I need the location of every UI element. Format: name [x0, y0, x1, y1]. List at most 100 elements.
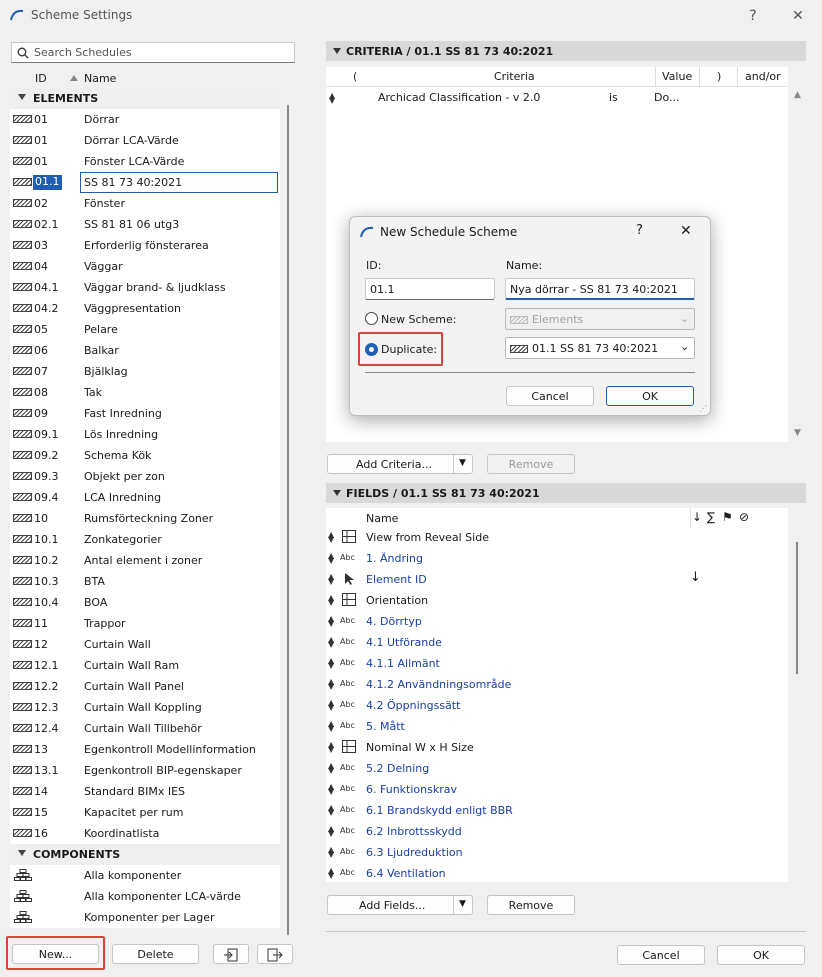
id-column-header[interactable]: ID: [35, 72, 47, 85]
field-row[interactable]: ▲ ▼ Abc 4.1 Utförande: [326, 632, 788, 653]
drag-handle-icon[interactable]: ▲ ▼: [328, 825, 334, 838]
list-item[interactable]: 08 Tak: [10, 382, 280, 403]
search-input[interactable]: Search Schedules: [11, 42, 295, 63]
list-item[interactable]: 05 Pelare: [10, 319, 280, 340]
new-scheme-dropdown[interactable]: Elements ⌄: [505, 308, 695, 330]
list-item[interactable]: 01.1 SS 81 73 40:2021: [10, 172, 280, 193]
list-item[interactable]: 01 Dörrar: [10, 109, 280, 130]
drag-handle-icon[interactable]: ▲ ▼: [328, 573, 334, 586]
list-item[interactable]: 04 Väggar: [10, 256, 280, 277]
drag-handle-icon[interactable]: ▲ ▼: [328, 699, 334, 712]
id-field[interactable]: 01.1: [365, 278, 495, 300]
ok-button[interactable]: OK: [717, 945, 805, 965]
field-row[interactable]: ▲ ▼ Abc 5.2 Delning: [326, 758, 788, 779]
new-button[interactable]: New...: [12, 944, 99, 964]
list-item[interactable]: Alla komponenter LCA-värde: [10, 886, 280, 907]
drag-handle-icon[interactable]: ▲ ▼: [328, 615, 334, 628]
dialog-cancel-button[interactable]: Cancel: [506, 386, 594, 406]
list-item[interactable]: 13.1 Egenkontroll BIP-egenskaper: [10, 760, 280, 781]
scroll-down-icon[interactable]: ▼: [794, 428, 801, 438]
drag-handle-icon[interactable]: ▲ ▼: [328, 867, 334, 880]
help-button[interactable]: ?: [742, 6, 764, 26]
import-button[interactable]: [213, 944, 249, 964]
fields-scrollbar[interactable]: [796, 542, 798, 674]
list-item[interactable]: 01 Dörrar LCA-Värde: [10, 130, 280, 151]
field-row[interactable]: ▲ ▼ Orientation: [326, 590, 788, 611]
field-row[interactable]: ▲ ▼ View from Reveal Side: [326, 527, 788, 548]
list-item[interactable]: 10.2 Antal element i zoner: [10, 550, 280, 571]
drag-handle-icon[interactable]: ▲ ▼: [329, 92, 335, 105]
drag-handle-icon[interactable]: ▲ ▼: [328, 531, 334, 544]
field-row[interactable]: ▲ ▼ Abc 4.1.1 Allmänt: [326, 653, 788, 674]
list-item[interactable]: 16 Koordinatlista: [10, 823, 280, 844]
remove-fields-button[interactable]: Remove: [487, 895, 575, 915]
resize-grip-icon[interactable]: ⋰: [699, 404, 707, 413]
list-item[interactable]: 01 Fönster LCA-Värde: [10, 151, 280, 172]
drag-handle-icon[interactable]: ▲ ▼: [328, 636, 334, 649]
list-item[interactable]: 07 Bjälklag: [10, 361, 280, 382]
list-item[interactable]: 02.1 SS 81 81 06 utg3: [10, 214, 280, 235]
duplicate-dropdown[interactable]: 01.1 SS 81 73 40:2021 ⌄: [505, 337, 695, 359]
delete-button[interactable]: Delete: [112, 944, 199, 964]
list-item[interactable]: 09.3 Objekt per zon: [10, 466, 280, 487]
list-scrollbar[interactable]: [287, 105, 289, 935]
group-elements[interactable]: ELEMENTS: [10, 88, 280, 109]
dropdown-arrow-icon[interactable]: ▼: [459, 899, 466, 909]
field-row[interactable]: ▲ ▼ Abc 6.3 Ljudreduktion: [326, 842, 788, 863]
list-item[interactable]: 13 Egenkontroll Modellinformation: [10, 739, 280, 760]
dialog-close-button[interactable]: ✕: [680, 223, 692, 239]
list-item[interactable]: 09.2 Schema Kök: [10, 445, 280, 466]
group-components[interactable]: COMPONENTS: [10, 844, 280, 865]
list-item[interactable]: Komponenter per Lager: [10, 907, 280, 928]
list-item[interactable]: 04.1 Väggar brand- & ljudklass: [10, 277, 280, 298]
criteria-section-header[interactable]: CRITERIA / 01.1 SS 81 73 40:2021: [326, 41, 806, 61]
add-criteria-button[interactable]: Add Criteria... ▼: [327, 454, 473, 474]
list-item[interactable]: 12.2 Curtain Wall Panel: [10, 676, 280, 697]
scroll-up-icon[interactable]: ▲: [794, 90, 801, 100]
remove-criteria-button[interactable]: Remove: [487, 454, 575, 474]
dialog-ok-button[interactable]: OK: [606, 386, 694, 406]
close-button[interactable]: ✕: [787, 6, 809, 26]
field-row[interactable]: ▲ ▼ Abc 4.1.2 Användningsområde: [326, 674, 788, 695]
list-item[interactable]: 11 Trappor: [10, 613, 280, 634]
duplicate-radio[interactable]: [365, 343, 378, 356]
export-button[interactable]: [257, 944, 293, 964]
list-item[interactable]: 03 Erforderlig fönsterarea: [10, 235, 280, 256]
dropdown-arrow-icon[interactable]: ▼: [459, 458, 466, 468]
name-column-header[interactable]: Name: [84, 72, 116, 85]
list-item[interactable]: 12.4 Curtain Wall Tillbehör: [10, 718, 280, 739]
field-row[interactable]: ▲ ▼ Abc 4. Dörrtyp: [326, 611, 788, 632]
list-item[interactable]: 15 Kapacitet per rum: [10, 802, 280, 823]
drag-handle-icon[interactable]: ▲ ▼: [328, 594, 334, 607]
drag-handle-icon[interactable]: ▲ ▼: [328, 678, 334, 691]
field-row[interactable]: ▲ ▼ Abc 1. Ändring: [326, 548, 788, 569]
field-row[interactable]: ▲ ▼ Abc 5. Mått: [326, 716, 788, 737]
dialog-help-button[interactable]: ?: [636, 223, 643, 238]
list-item[interactable]: 09 Fast Inredning: [10, 403, 280, 424]
list-item[interactable]: 10 Rumsförteckning Zoner: [10, 508, 280, 529]
list-item[interactable]: 14 Standard BIMx IES: [10, 781, 280, 802]
field-row[interactable]: ▲ ▼ Abc 6.1 Brandskydd enligt BBR: [326, 800, 788, 821]
list-item[interactable]: 04.2 Väggpresentation: [10, 298, 280, 319]
field-row[interactable]: ▲ ▼ Nominal W x H Size: [326, 737, 788, 758]
field-row[interactable]: ▲ ▼ Abc 6.4 Ventilation: [326, 863, 788, 882]
fields-section-header[interactable]: FIELDS / 01.1 SS 81 73 40:2021: [326, 483, 806, 503]
drag-handle-icon[interactable]: ▲ ▼: [328, 657, 334, 670]
list-item[interactable]: 09.1 Lös Inredning: [10, 424, 280, 445]
field-row[interactable]: ▲ ▼ Abc 6. Funktionskrav: [326, 779, 788, 800]
list-item[interactable]: 10.4 BOA: [10, 592, 280, 613]
field-row[interactable]: ▲ ▼ Element ID ↓: [326, 569, 788, 590]
new-scheme-radio[interactable]: [365, 312, 378, 325]
list-item[interactable]: 10.3 BTA: [10, 571, 280, 592]
list-item[interactable]: 02 Fönster: [10, 193, 280, 214]
drag-handle-icon[interactable]: ▲ ▼: [328, 720, 334, 733]
add-fields-button[interactable]: Add Fields... ▼: [327, 895, 473, 915]
field-row[interactable]: ▲ ▼ Abc 6.2 Inbrottsskydd: [326, 821, 788, 842]
list-item[interactable]: 12 Curtain Wall: [10, 634, 280, 655]
cancel-button[interactable]: Cancel: [617, 945, 705, 965]
list-item[interactable]: 12.3 Curtain Wall Koppling: [10, 697, 280, 718]
drag-handle-icon[interactable]: ▲ ▼: [328, 552, 334, 565]
field-row[interactable]: ▲ ▼ Abc 4.2 Öppningssätt: [326, 695, 788, 716]
name-field[interactable]: Nya dörrar - SS 81 73 40:2021: [505, 278, 695, 300]
drag-handle-icon[interactable]: ▲ ▼: [328, 762, 334, 775]
